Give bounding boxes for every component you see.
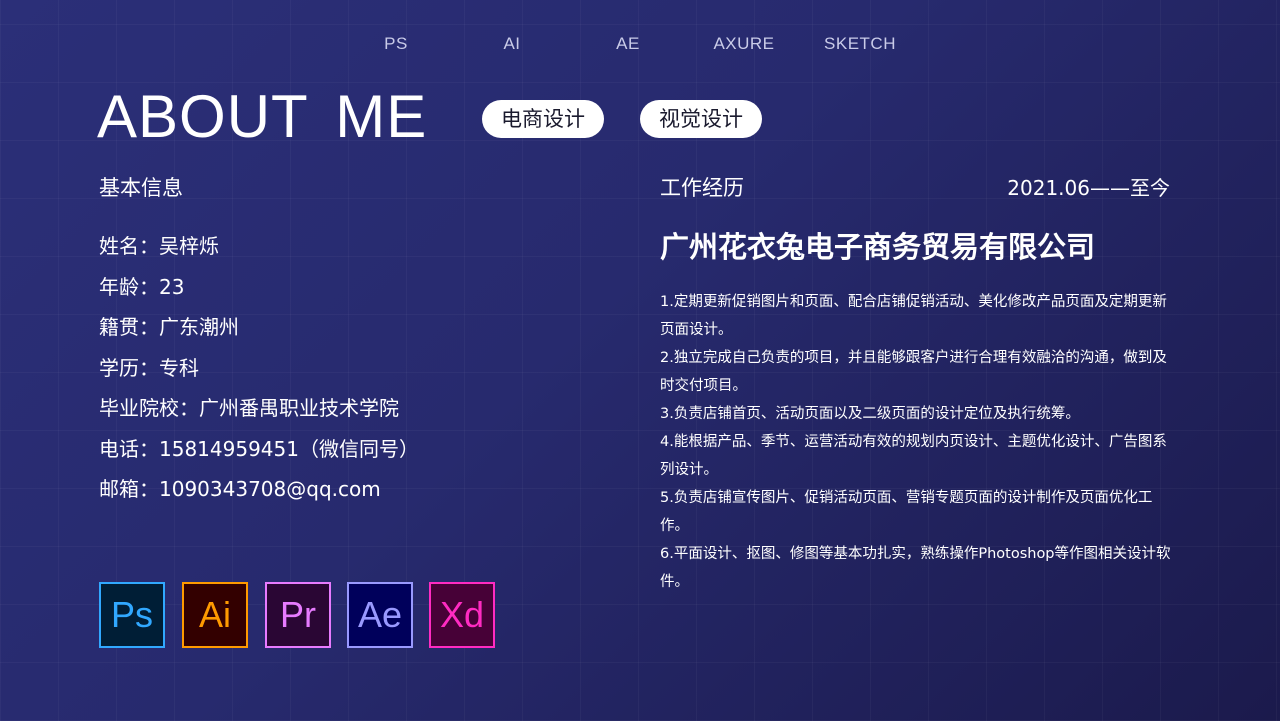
nav-item-ai[interactable]: AI [462,34,562,54]
duty-item: 4.能根据产品、季节、运营活动有效的规划内页设计、主题优化设计、广告图系列设计。 [660,434,1167,478]
info-school: 毕业院校：广州番禺职业技术学院 [99,396,399,420]
tag-visual-design: 视觉设计 [640,100,762,138]
info-hometown: 籍贯：广东潮州 [99,315,239,339]
xd-icon: Xd [429,582,495,648]
aftereffects-icon: Ae [347,582,413,648]
company-name: 广州花衣兔电子商务贸易有限公司 [660,230,1096,264]
premiere-icon: Pr [265,582,331,648]
nav-item-ps[interactable]: PS [346,34,446,54]
photoshop-icon: Ps [99,582,165,648]
basic-info-heading: 基本信息 [99,176,183,200]
duty-item: 1.定期更新促销图片和页面、配合店铺促销活动、美化修改产品页面及定期更新页面设计… [660,294,1167,338]
duty-item: 6.平面设计、抠图、修图等基本功扎实，熟练操作Photoshop等作图相关设计软… [660,546,1171,590]
nav-item-sketch[interactable]: SKETCH [810,34,910,54]
info-age: 年龄：23 [99,274,185,299]
duty-item: 5.负责店铺宣传图片、促销活动页面、营销专题页面的设计制作及页面优化工作。 [660,490,1153,534]
nav-item-ae[interactable]: AE [578,34,678,54]
duty-item: 2.独立完成自己负责的项目，并且能够跟客户进行合理有效融洽的沟通，做到及时交付项… [660,350,1167,394]
illustrator-icon: Ai [182,582,248,648]
top-nav: PS AI AE AXURE SKETCH [0,34,1280,54]
page-title: ABOUT ME [97,83,428,150]
tag-ecommerce-design: 电商设计 [482,100,604,138]
work-date-range: 2021.06——至今 [1007,176,1170,200]
info-name: 姓名：吴梓烁 [99,234,219,258]
info-education: 学历：专科 [99,355,199,380]
nav-item-axure[interactable]: AXURE [694,34,794,54]
work-experience-heading: 工作经历 [660,176,744,200]
info-phone: 电话：15814959451（微信同号） [99,436,419,461]
duty-item: 3.负责店铺首页、活动页面以及二级页面的设计定位及执行统筹。 [660,406,1080,422]
work-duties: 1.定期更新促销图片和页面、配合店铺促销活动、美化修改产品页面及定期更新页面设计… [660,288,1175,596]
basic-info-list: 姓名：吴梓烁 年龄：23 籍贯：广东潮州 学历：专科 毕业院校：广州番禺职业技术… [99,230,419,514]
info-email: 邮箱：1090343708@qq.com [99,477,381,501]
